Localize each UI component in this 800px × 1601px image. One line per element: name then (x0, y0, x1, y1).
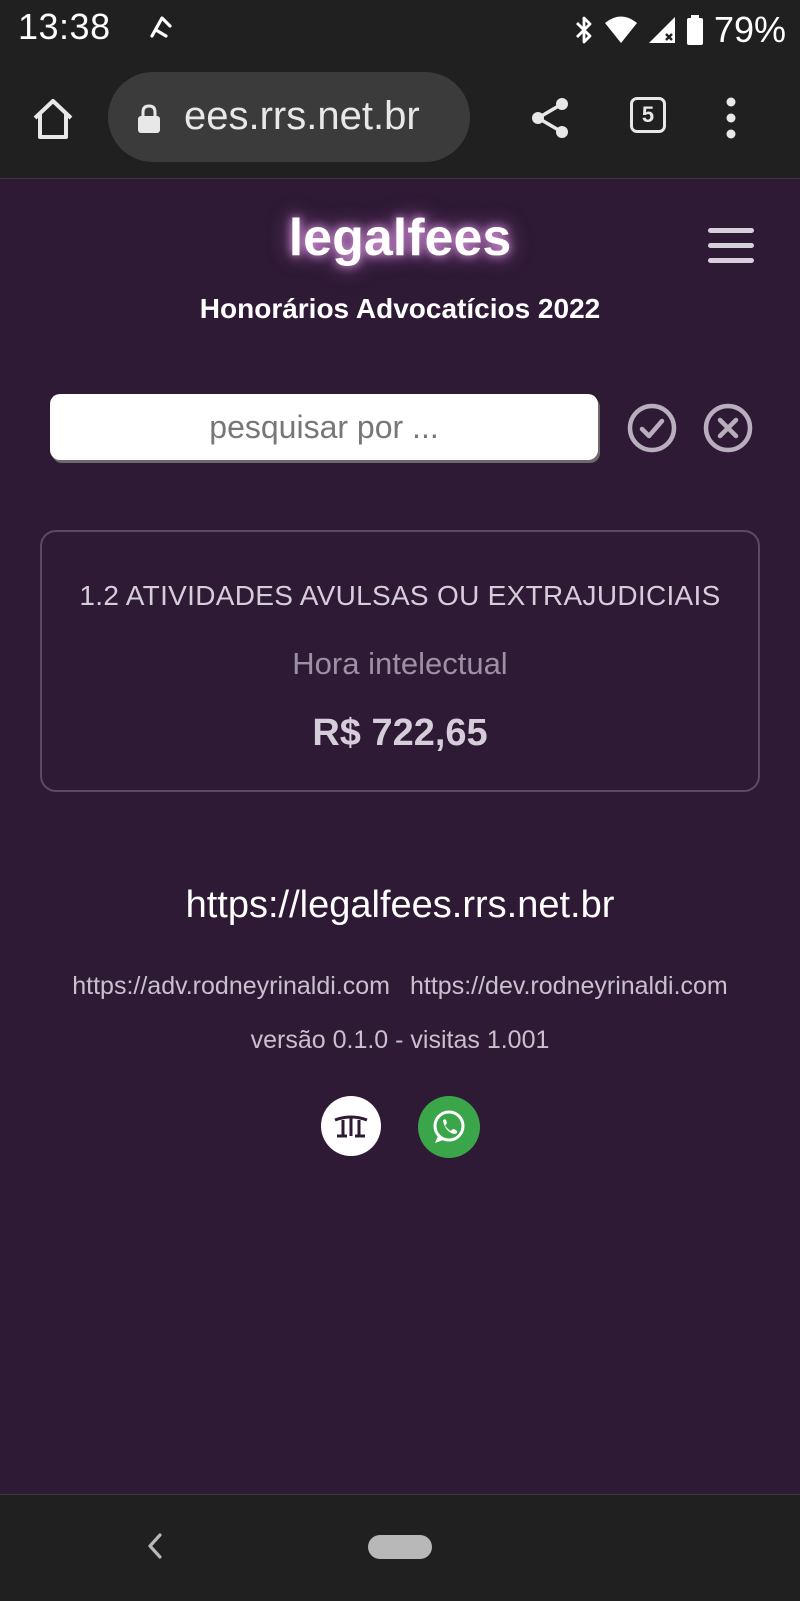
signal-icon (648, 17, 675, 43)
version-info: versão 0.1.0 - visitas 1.001 (250, 1026, 550, 1054)
result-category: 1.2 ATIVIDADES AVULSAS OU EXTRAJUDICIAIS (79, 580, 721, 611)
rr-logo-icon[interactable] (321, 1096, 381, 1156)
site-url-link[interactable]: https://legalfees.rrs.net.br (0, 884, 800, 927)
home-icon[interactable] (30, 96, 76, 142)
whatsapp-icon[interactable] (418, 1096, 480, 1158)
app-notification-icon (150, 16, 172, 38)
more-options-icon[interactable] (724, 96, 738, 140)
page-subtitle: Honorários Advocatícios 2022 (199, 293, 601, 324)
status-bar: 13:38 79% (0, 0, 800, 60)
url-text: ees.rrs.net.br (184, 94, 420, 138)
close-circle-icon[interactable] (702, 402, 754, 454)
battery-icon (686, 15, 703, 45)
status-icons: 79% (574, 6, 786, 54)
status-time: 13:38 (18, 6, 111, 47)
system-nav-bar (0, 1494, 800, 1601)
wifi-icon (604, 16, 637, 43)
bluetooth-icon (575, 16, 592, 44)
battery-percentage: 79% (713, 9, 786, 50)
tab-switcher-button[interactable]: 5 (630, 97, 666, 133)
brand-logo-text[interactable]: legalfees (0, 208, 800, 268)
check-circle-icon[interactable] (626, 402, 678, 454)
browser-toolbar: ees.rrs.net.br 5 (0, 60, 800, 179)
footer-links: https://adv.rodneyrinaldi.com https://dev… (0, 972, 800, 1001)
result-card: 1.2 ATIVIDADES AVULSAS OU EXTRAJUDICIAIS… (40, 530, 760, 792)
lock-icon (138, 104, 160, 133)
result-price: R$ 722,65 (312, 712, 488, 754)
back-icon[interactable] (144, 1531, 166, 1561)
hamburger-menu-icon[interactable] (708, 228, 754, 268)
share-icon[interactable] (528, 96, 572, 140)
search-input[interactable] (50, 394, 598, 460)
address-bar[interactable]: ees.rrs.net.br (108, 72, 470, 162)
adv-link[interactable]: https://adv.rodneyrinaldi.com (72, 972, 390, 1000)
home-gesture-pill[interactable] (368, 1535, 432, 1559)
result-activity: Hora intelectual (292, 646, 508, 681)
dev-link[interactable]: https://dev.rodneyrinaldi.com (410, 972, 728, 1000)
